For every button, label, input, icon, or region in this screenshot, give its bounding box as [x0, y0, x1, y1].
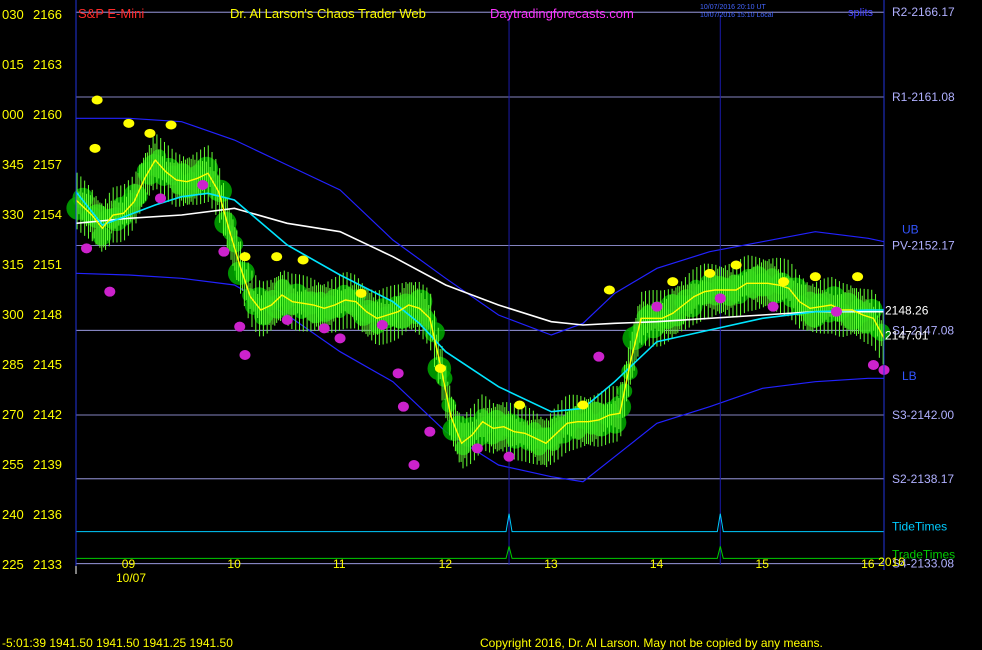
- high-marker: [297, 255, 309, 265]
- y-tick-price: 2157: [33, 157, 62, 172]
- y-tick-time: 225: [2, 557, 24, 572]
- x-tick-label: 15: [756, 557, 770, 571]
- y-tick-price: 2133: [33, 557, 62, 572]
- high-marker: [271, 252, 283, 262]
- x-tick-label: 13: [544, 557, 558, 571]
- copyright-notice: Copyright 2016, Dr. Al Larson. May not b…: [480, 636, 823, 650]
- timing-label: TideTimes: [892, 520, 947, 534]
- low-marker: [593, 351, 605, 362]
- low-marker: [239, 350, 251, 360]
- high-marker: [434, 363, 446, 373]
- y-tick-price: 2142: [33, 407, 62, 422]
- ema-value-label: 2148.26: [885, 304, 929, 318]
- low-marker: [767, 301, 779, 312]
- y-tick-price: 2154: [33, 207, 62, 222]
- y-tick-price: 2166: [33, 7, 62, 22]
- lower-band-label: LB: [902, 369, 917, 383]
- x-tick-label: 16: [861, 557, 875, 571]
- y-tick-price: 2163: [33, 57, 62, 72]
- low-marker: [234, 321, 246, 332]
- x-tick-label: 10: [227, 557, 241, 571]
- level-label: PV-2152.17: [892, 239, 955, 253]
- year-label: 2016: [878, 555, 905, 569]
- low-marker: [392, 368, 404, 379]
- y-tick-time: 300: [2, 307, 24, 322]
- y-tick-price: 2145: [33, 357, 62, 372]
- site-link[interactable]: Daytradingforecasts.com: [490, 6, 634, 21]
- level-label: S3-2142.00: [892, 408, 954, 422]
- y-tick-time: 315: [2, 257, 24, 272]
- timestamp-local: 10/07/2016 15:10 Local: [700, 12, 774, 19]
- low-marker: [651, 301, 663, 312]
- y-tick-price: 2151: [33, 257, 62, 272]
- y-tick-time: 000: [2, 107, 24, 122]
- high-marker: [852, 272, 864, 282]
- high-marker: [514, 400, 526, 410]
- y-tick-price: 2136: [33, 507, 62, 522]
- high-marker: [577, 400, 589, 410]
- x-tick-label: 11: [333, 557, 346, 571]
- low-marker: [714, 293, 726, 304]
- level-label: R2-2166.17: [892, 5, 955, 19]
- price-chart: R2-2166.17R1-2161.08PV-2152.17S1-2147.08…: [0, 0, 982, 650]
- high-marker: [704, 268, 716, 278]
- y-tick-time: 345: [2, 157, 24, 172]
- y-tick-price: 2148: [33, 307, 62, 322]
- high-marker: [603, 285, 615, 295]
- y-tick-time: 030: [2, 7, 24, 22]
- high-marker: [778, 277, 790, 287]
- y-tick-price: 2139: [33, 457, 62, 472]
- quote-readout: -5:01:39 1941.50 1941.50 1941.25 1941.50: [2, 636, 233, 650]
- high-marker: [91, 95, 103, 105]
- high-marker: [667, 277, 679, 287]
- splits-label: splits: [848, 7, 874, 19]
- level-label: R1-2161.08: [892, 90, 955, 104]
- low-marker: [197, 180, 209, 190]
- high-marker: [165, 120, 177, 130]
- low-marker: [424, 426, 436, 437]
- y-tick-time: 330: [2, 207, 24, 222]
- y-tick-time: 240: [2, 507, 24, 522]
- high-marker: [355, 288, 367, 298]
- symbol-title: S&P E-Mini: [78, 6, 144, 21]
- low-marker: [503, 451, 515, 462]
- chart-background: [0, 0, 982, 650]
- low-marker: [867, 360, 879, 370]
- high-marker: [123, 118, 135, 128]
- y-tick-time: 285: [2, 357, 24, 372]
- y-tick-price: 2160: [33, 107, 62, 122]
- low-marker: [318, 323, 330, 334]
- low-marker: [376, 320, 388, 330]
- low-marker: [281, 315, 293, 325]
- x-tick-label: 14: [650, 557, 664, 571]
- high-marker: [239, 252, 251, 262]
- y-tick-time: 255: [2, 457, 24, 472]
- x-tick-label: 09: [122, 557, 136, 571]
- low-marker: [218, 246, 230, 257]
- high-marker: [89, 143, 101, 153]
- ema-value-label: 2147.01: [885, 329, 929, 343]
- low-marker: [154, 193, 166, 204]
- upper-band-label: UB: [902, 222, 919, 236]
- high-marker: [730, 260, 742, 270]
- low-marker: [334, 333, 346, 344]
- low-marker: [471, 443, 483, 454]
- low-marker: [408, 460, 420, 470]
- x-tick-label: 12: [439, 557, 453, 571]
- y-tick-time: 015: [2, 57, 24, 72]
- low-marker: [81, 243, 93, 254]
- timestamp-ut: 10/07/2016 20:10 UT: [700, 4, 766, 11]
- low-marker: [397, 401, 409, 412]
- date-label: 10/07: [116, 571, 146, 585]
- chart-title: Dr. Al Larson's Chaos Trader Web: [230, 6, 426, 21]
- level-label: S2-2138.17: [892, 472, 954, 486]
- low-marker: [830, 306, 842, 317]
- y-tick-time: 270: [2, 407, 24, 422]
- high-marker: [809, 272, 821, 282]
- low-marker: [104, 286, 116, 297]
- high-marker: [144, 128, 156, 138]
